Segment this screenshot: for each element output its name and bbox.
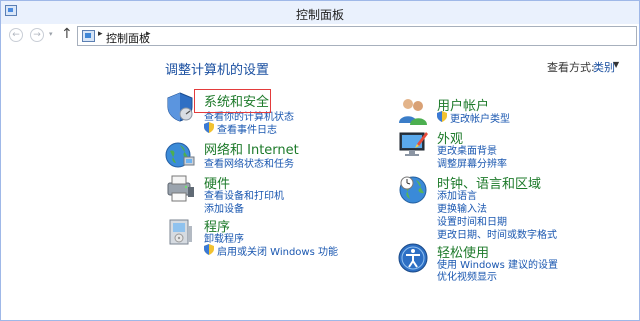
recent-locations-dropdown[interactable]: ▾ [49,30,53,38]
change-date-number-format-link[interactable]: 更改日期、时间或数字格式 [437,226,557,241]
navigation-bar: ← → ▾ ↑ ▸ 控制面板 ▸ [1,24,639,48]
breadcrumb-control-panel[interactable]: 控制面板 [106,30,150,46]
breadcrumb-separator-icon[interactable]: ▸ [146,29,151,39]
adjust-screen-resolution-link[interactable]: 调整屏幕分辨率 [437,155,507,170]
forward-button[interactable]: → [30,28,44,42]
window-title: 控制面板 [295,8,344,22]
system-security-shield-icon[interactable] [164,91,196,123]
up-button[interactable]: ↑ [61,26,73,42]
optimize-visual-display-link[interactable]: 优化视频显示 [437,268,497,283]
clock-globe-icon[interactable] [397,173,429,205]
add-device-link[interactable]: 添加设备 [204,200,244,215]
view-event-logs-link[interactable]: 查看事件日志 [204,121,277,136]
view-event-logs-label: 查看事件日志 [217,125,277,136]
control-panel-icon [82,30,95,42]
change-account-type-label: 更改帐户类型 [450,114,510,125]
annotation-highlight-box [194,89,271,113]
view-network-status-link[interactable]: 查看网络状态和任务 [204,155,294,170]
network-globe-icon[interactable] [164,139,196,171]
user-accounts-icon[interactable] [397,95,429,127]
view-by-dropdown[interactable]: 类别 [593,59,615,75]
address-bar[interactable]: ▸ 控制面板 ▸ [77,26,637,46]
programs-box-icon[interactable] [164,216,196,248]
uac-shield-icon [204,122,214,133]
uac-shield-icon [204,244,214,255]
control-panel-window: 控制面板 ← → ▾ ↑ ▸ 控制面板 ▸ 调整计算机的设置 查看方式: 类别 … [0,0,640,321]
ease-of-access-icon[interactable] [397,242,429,274]
page-heading: 调整计算机的设置 [165,63,270,78]
title-bar: 控制面板 [1,1,639,24]
windows-features-link[interactable]: 启用或关闭 Windows 功能 [204,243,338,258]
change-account-type-link[interactable]: 更改帐户类型 [437,110,510,125]
breadcrumb-separator-icon[interactable]: ▸ [98,29,103,39]
view-by-chevron-icon[interactable]: ▼ [613,60,619,69]
view-by-label: 查看方式: [547,61,595,74]
appearance-monitor-icon[interactable] [397,128,429,160]
uac-shield-icon [437,111,447,122]
back-button[interactable]: ← [9,28,23,42]
windows-features-label: 启用或关闭 Windows 功能 [217,247,338,258]
printer-hardware-icon[interactable] [164,173,196,205]
